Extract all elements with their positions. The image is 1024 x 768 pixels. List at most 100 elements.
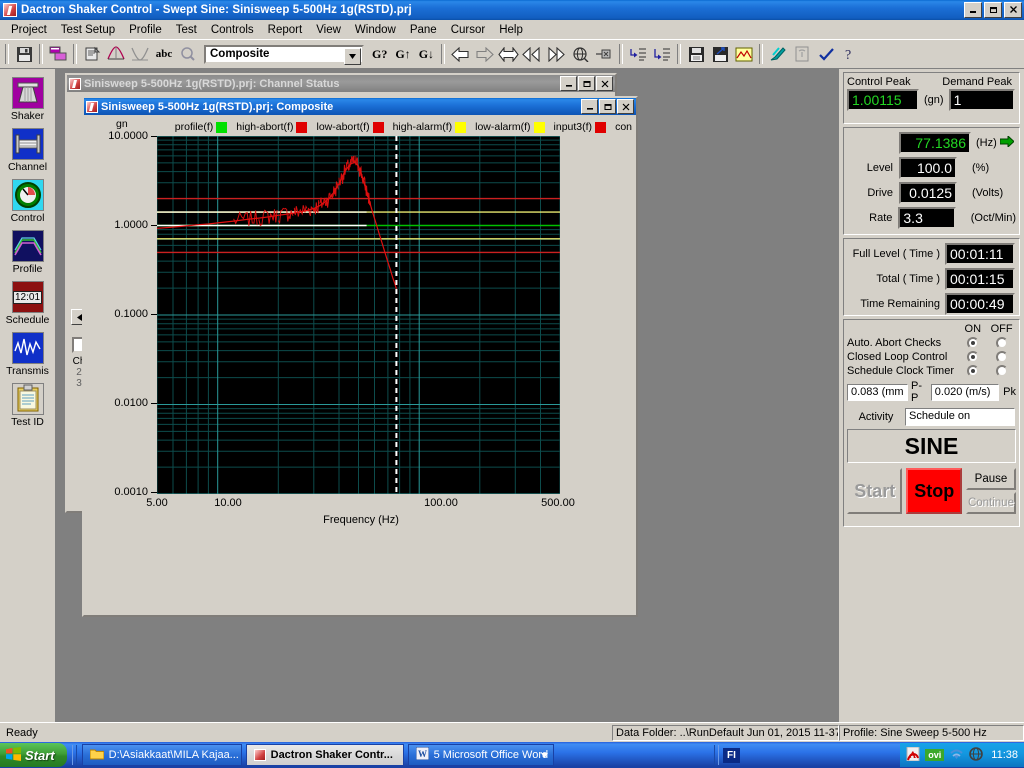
menu-project[interactable]: Project bbox=[4, 22, 54, 38]
menu-pane[interactable]: Pane bbox=[403, 22, 444, 38]
acrobat-icon[interactable]: A bbox=[906, 746, 920, 764]
minimize-button[interactable] bbox=[560, 76, 577, 91]
taskbar-clock[interactable]: 11:38 bbox=[991, 749, 1018, 761]
ovi-icon[interactable]: ovi bbox=[925, 749, 945, 761]
menu-help[interactable]: Help bbox=[492, 22, 530, 38]
legend-item[interactable]: high-abort(f) bbox=[236, 121, 308, 133]
pin-icon[interactable] bbox=[592, 42, 616, 66]
legend-item[interactable]: low-abort(f) bbox=[316, 121, 384, 133]
chevron-down-icon[interactable] bbox=[344, 47, 361, 65]
menu-view[interactable]: View bbox=[309, 22, 348, 38]
pen-icon[interactable] bbox=[766, 42, 790, 66]
restore-button[interactable] bbox=[984, 2, 1002, 18]
profile-curve-icon[interactable] bbox=[104, 42, 128, 66]
network-icon[interactable] bbox=[949, 747, 964, 764]
auto-abort-checks-off-radio[interactable] bbox=[995, 337, 1008, 349]
zoom-icon[interactable] bbox=[176, 42, 200, 66]
auto-abort-checks-label: Auto. Abort Checks bbox=[847, 337, 942, 349]
frequency-value: 77.1386 bbox=[899, 132, 971, 154]
toolbar-divider bbox=[73, 44, 77, 64]
sidebar-item-channel[interactable]: Channel bbox=[0, 128, 55, 173]
display-type-combo[interactable]: Composite bbox=[204, 44, 364, 65]
minimize-button[interactable] bbox=[581, 99, 598, 114]
chevron-down-icon[interactable] bbox=[540, 749, 548, 761]
taskbar-item-dactron[interactable]: Dactron Shaker Contr... bbox=[245, 744, 404, 766]
properties-icon[interactable] bbox=[80, 42, 104, 66]
rewind-arrow-icon[interactable] bbox=[520, 42, 544, 66]
menu-controls[interactable]: Controls bbox=[204, 22, 261, 38]
close-button[interactable] bbox=[1004, 2, 1022, 18]
toolbar-divider bbox=[441, 44, 446, 64]
window-tile-icon[interactable] bbox=[46, 42, 70, 66]
test-id-clipboard-icon bbox=[11, 383, 44, 415]
menu-report[interactable]: Report bbox=[261, 22, 310, 38]
chart-image-icon[interactable] bbox=[732, 42, 756, 66]
auto-abort-checks-on-radio[interactable] bbox=[966, 337, 979, 349]
schedule-clock-timer-on-radio[interactable] bbox=[966, 365, 979, 377]
menu-window[interactable]: Window bbox=[348, 22, 403, 38]
expand-arrow-icon[interactable] bbox=[496, 42, 520, 66]
taskbar-item-explorer[interactable]: D:\Asiakkaat\MILA Kajaa... bbox=[81, 744, 242, 766]
windows-logo-icon bbox=[6, 746, 21, 764]
menu-cursor[interactable]: Cursor bbox=[444, 22, 493, 38]
legend-item[interactable]: input3(f) bbox=[554, 121, 607, 133]
taskbar-grip[interactable] bbox=[71, 745, 77, 765]
sidebar-item-shaker[interactable]: Shaker bbox=[0, 77, 55, 122]
composite-titlebar[interactable]: Sinisweep 5-500Hz 1g(RSTD).prj: Composit… bbox=[84, 98, 636, 115]
language-indicator[interactable]: FI bbox=[723, 747, 740, 763]
report-icon[interactable] bbox=[790, 42, 814, 66]
legend-item[interactable]: low-alarm(f) bbox=[475, 121, 545, 133]
check-icon[interactable] bbox=[814, 42, 838, 66]
close-button[interactable] bbox=[596, 76, 613, 91]
closed-loop-control-off-radio[interactable] bbox=[995, 351, 1008, 363]
rate-value: 3.3 bbox=[898, 207, 956, 229]
save-as-icon[interactable] bbox=[708, 42, 732, 66]
legend-item[interactable]: high-alarm(f) bbox=[393, 121, 467, 133]
misc-icon[interactable] bbox=[969, 746, 984, 764]
restore-button[interactable] bbox=[599, 99, 616, 114]
help-icon[interactable]: ? bbox=[838, 42, 862, 66]
sidebar-item-transmis[interactable]: Transmis bbox=[0, 332, 55, 377]
g-up-button[interactable]: G↑ bbox=[391, 47, 414, 62]
sidebar-item-schedule[interactable]: 12:01 Schedule bbox=[0, 281, 55, 326]
chart-plot-area[interactable] bbox=[157, 136, 560, 494]
g-down-button[interactable]: G↓ bbox=[415, 47, 438, 62]
menu-test-setup[interactable]: Test Setup bbox=[54, 22, 122, 38]
save-data-icon[interactable] bbox=[684, 42, 708, 66]
legend-item-truncated[interactable]: con bbox=[615, 121, 632, 133]
pause-button[interactable]: Pause bbox=[965, 468, 1016, 490]
status-data-folder: Data Folder: ..\RunDefault Jun 01, 2015 … bbox=[612, 724, 839, 741]
taskbar-item-label: Dactron Shaker Contr... bbox=[270, 749, 393, 761]
indent-right-icon[interactable] bbox=[626, 42, 650, 66]
profile-alt-icon[interactable] bbox=[128, 42, 152, 66]
g-question-button[interactable]: G? bbox=[368, 47, 391, 62]
close-button[interactable] bbox=[617, 99, 634, 114]
save-icon[interactable] bbox=[12, 42, 36, 66]
schedule-clock-timer-off-radio[interactable] bbox=[995, 365, 1008, 377]
restore-button[interactable] bbox=[578, 76, 595, 91]
composite-chart: profile(f) high-abort(f) low-abort(f) hi… bbox=[86, 117, 634, 615]
legend-item[interactable]: profile(f) bbox=[175, 121, 228, 133]
forward-arrow-icon[interactable] bbox=[472, 42, 496, 66]
dactron-icon bbox=[253, 749, 266, 761]
sidebar-item-profile[interactable]: Profile bbox=[0, 230, 55, 275]
closed-loop-control-on-radio[interactable] bbox=[966, 351, 979, 363]
indent-down-icon[interactable] bbox=[650, 42, 674, 66]
menu-profile[interactable]: Profile bbox=[122, 22, 169, 38]
start-button[interactable]: Start bbox=[847, 468, 903, 514]
activity-value: Schedule on bbox=[905, 408, 1015, 426]
fastforward-arrow-icon[interactable] bbox=[544, 42, 568, 66]
sidebar-item-control[interactable]: Control bbox=[0, 179, 55, 224]
transmissibility-icon bbox=[11, 332, 44, 364]
menu-test[interactable]: Test bbox=[169, 22, 204, 38]
abc-text-icon[interactable]: abc bbox=[152, 42, 176, 66]
sidebar-item-test-id[interactable]: Test ID bbox=[0, 383, 55, 428]
stop-button[interactable]: Stop bbox=[906, 468, 962, 514]
minimize-button[interactable] bbox=[964, 2, 982, 18]
start-button-taskbar[interactable]: Start bbox=[0, 743, 67, 767]
taskbar-item-word[interactable]: W 5 Microsoft Office Word bbox=[407, 744, 554, 766]
back-arrow-icon[interactable] bbox=[448, 42, 472, 66]
toolbar-divider bbox=[759, 44, 764, 64]
channel-status-titlebar[interactable]: Sinisweep 5-500Hz 1g(RSTD).prj: Channel … bbox=[67, 75, 615, 92]
globe-icon[interactable] bbox=[568, 42, 592, 66]
